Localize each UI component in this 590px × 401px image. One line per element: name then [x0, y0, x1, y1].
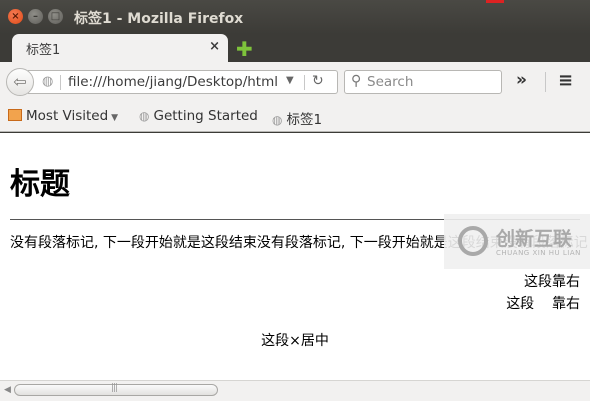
titlebar-accent — [486, 0, 504, 3]
site-identity-icon[interactable]: ◍ — [42, 74, 53, 89]
horizontal-scrollbar[interactable]: ◀ ||| — [0, 380, 590, 401]
bookmark-getting-started[interactable]: ◍ Getting Started — [139, 108, 258, 124]
url-separator-2 — [304, 75, 305, 90]
tab-strip: 标签1 × ✚ — [0, 34, 590, 62]
url-separator — [60, 75, 61, 90]
scroll-left-icon[interactable]: ◀ — [4, 385, 11, 395]
right-aligned-text-2: 这段 靠右 — [506, 296, 580, 312]
chevron-down-icon: ▼ — [111, 113, 119, 123]
watermark: 创新互联 CHUANG XIN HU LIAN — [444, 214, 590, 269]
globe-icon: ◍ — [139, 109, 150, 123]
back-button[interactable]: ⇦ — [6, 68, 34, 96]
bookmarks-toolbar: Most Visited ▼ ◍ Getting Started ◍ 标签1 — [0, 102, 590, 132]
new-tab-icon[interactable]: ✚ — [236, 37, 253, 61]
window-titlebar: × – □ 标签1 - Mozilla Firefox — [0, 0, 590, 34]
toolbar-overflow-icon[interactable]: » — [516, 70, 527, 90]
bookmark-tab1[interactable]: ◍ 标签1 — [272, 108, 322, 128]
window-title: 标签1 - Mozilla Firefox — [74, 11, 244, 27]
watermark-subtext: CHUANG XIN HU LIAN — [496, 249, 581, 257]
bookmark-label: 标签1 — [286, 112, 323, 128]
right-aligned-text-1: 这段靠右 — [524, 274, 580, 290]
toolbar-separator — [545, 72, 546, 92]
url-dropdown-icon[interactable]: ▼ — [286, 75, 294, 86]
navigation-toolbar: ◍ file:///home/jiang/Desktop/html ▼ ↻ ⇦ … — [0, 62, 590, 102]
url-text[interactable]: file:///home/jiang/Desktop/html — [68, 74, 282, 90]
watermark-logo-icon — [458, 226, 488, 256]
tab-close-icon[interactable]: × — [209, 39, 220, 54]
tab-label: 标签1 — [26, 43, 61, 58]
search-input[interactable] — [367, 73, 497, 91]
window-close-button[interactable]: × — [8, 9, 23, 24]
search-bar[interactable]: ⚲ — [344, 70, 502, 94]
centered-text: 这段×居中 — [261, 333, 329, 349]
folder-icon — [8, 109, 22, 121]
bookmark-label: Getting Started — [153, 108, 258, 124]
globe-icon: ◍ — [272, 113, 283, 127]
bookmark-label: Most Visited — [26, 108, 109, 124]
reload-icon[interactable]: ↻ — [312, 73, 324, 89]
window-minimize-button[interactable]: – — [28, 9, 43, 24]
search-icon: ⚲ — [351, 73, 362, 89]
bookmark-most-visited[interactable]: Most Visited ▼ — [8, 108, 118, 124]
tab-active[interactable]: 标签1 × — [12, 34, 228, 62]
page-heading: 标题 — [10, 167, 70, 202]
hamburger-menu-icon[interactable]: ≡ — [558, 70, 573, 91]
scrollbar-grip-icon: ||| — [111, 383, 118, 393]
window-maximize-button[interactable]: □ — [48, 9, 63, 24]
back-arrow-icon: ⇦ — [13, 72, 27, 91]
scrollbar-thumb[interactable]: ||| — [14, 383, 218, 396]
watermark-text: 创新互联 — [496, 228, 573, 250]
url-bar[interactable]: ◍ file:///home/jiang/Desktop/html ▼ ↻ — [28, 70, 338, 94]
